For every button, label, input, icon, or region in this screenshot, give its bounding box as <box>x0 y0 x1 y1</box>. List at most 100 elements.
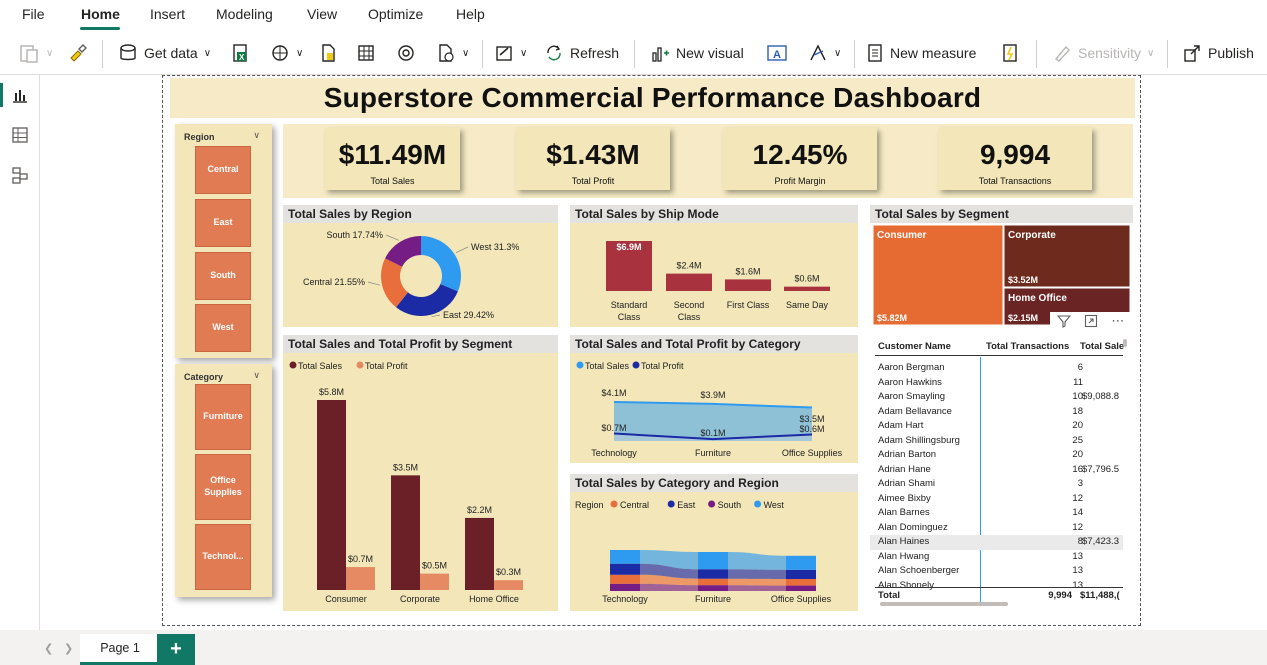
table-row[interactable]: Alan Hwang 13 <box>870 550 1123 565</box>
category-region-ribbon-chart: Region Central East South West Technology Furn… <box>575 500 832 604</box>
segment-bar-panel[interactable]: Total Sales and Total Profit by Segment … <box>283 335 558 611</box>
slicer-item-office-supplies[interactable]: Office Supplies <box>195 454 251 520</box>
filter-icon[interactable] <box>1056 314 1071 328</box>
sensitivity-button[interactable]: Sensitivity ∨ <box>1052 41 1154 65</box>
menu-file[interactable]: File <box>22 6 45 22</box>
table-header-transactions[interactable]: Total Transactions <box>986 341 1069 352</box>
customer-name-cell: Alan Schoenberger <box>878 565 960 576</box>
customer-name-cell: Aimee Bixby <box>878 492 931 504</box>
kpi-total-transactions[interactable]: 9,994 Total Transactions <box>938 128 1092 190</box>
vertical-scrollbar[interactable] <box>1123 339 1127 347</box>
table-row[interactable]: Aimee Bixby 12 <box>870 492 1123 507</box>
region-donut-panel[interactable]: Total Sales by Region West 31.3% East 29.… <box>283 205 558 327</box>
publish-icon <box>1184 45 1200 62</box>
category-region-panel[interactable]: Total Sales by Category and Region Regio… <box>570 474 858 611</box>
model-view-icon[interactable] <box>10 165 30 185</box>
more-visuals-button[interactable]: ∨ <box>808 41 841 65</box>
menu-insert[interactable]: Insert <box>150 6 185 22</box>
kpi-value: 12.45% <box>752 139 848 170</box>
chevron-down-icon: ∨ <box>203 47 212 59</box>
table-view-icon[interactable] <box>10 125 30 145</box>
table-row[interactable]: Adrian Barton 20 <box>870 448 1123 463</box>
segment-treemap-panel[interactable]: Total Sales by Segment Consumer $5.82M Cor… <box>870 205 1133 330</box>
category-slicer[interactable]: Category ∨ Furniture Office Supplies Tec… <box>175 364 272 597</box>
transactions-cell: 13 <box>1072 550 1083 562</box>
paste-button[interactable]: ∨ <box>18 41 53 65</box>
total-label: Total <box>878 590 900 601</box>
transform-data-button[interactable]: ∨ <box>494 41 527 65</box>
chevron-down-icon[interactable]: ∨ <box>253 370 260 381</box>
refresh-icon <box>547 45 561 61</box>
new-measure-button[interactable]: New measure <box>866 41 976 65</box>
recent-sources-button[interactable]: ∨ <box>436 41 469 65</box>
slicer-item-furniture[interactable]: Furniture <box>195 384 251 450</box>
text-box-button[interactable]: A <box>766 41 788 65</box>
total-sales: $11,488,( <box>1080 590 1120 601</box>
kpi-total-profit[interactable]: $1.43M Total Profit <box>516 128 670 190</box>
table-row[interactable]: Alan Dominguez 12 <box>870 521 1123 536</box>
table-header-customer[interactable]: Customer Name <box>878 341 951 352</box>
table-row[interactable]: Adrian Shami 3 <box>870 477 1123 492</box>
slicer-item-south[interactable]: South <box>195 252 251 300</box>
next-page-icon[interactable]: ❯ <box>64 642 73 655</box>
table-header-sales[interactable]: Total Sale <box>1080 341 1124 352</box>
table-row[interactable]: Aaron Hawkins 11 <box>870 376 1123 391</box>
enter-data-button[interactable] <box>356 41 376 65</box>
ribbon: ∨ Get data ∨ X ∨ ∨ ∨ Refresh New visual <box>0 30 1267 75</box>
profit-data-label: $0.7M <box>601 423 626 433</box>
kpi-total-sales[interactable]: $11.49M Total Sales <box>325 128 460 190</box>
total-transactions: 9,994 <box>1048 590 1072 601</box>
format-painter-button[interactable] <box>68 41 88 65</box>
get-data-button[interactable]: Get data ∨ <box>118 41 211 65</box>
menu-optimize[interactable]: Optimize <box>368 6 423 22</box>
legend-marker <box>667 500 675 508</box>
horizontal-scrollbar[interactable] <box>880 602 1008 606</box>
table-row[interactable]: Aaron Bergman 6 <box>870 361 1123 376</box>
menu-help[interactable]: Help <box>456 6 485 22</box>
table-row[interactable]: Adam Hart 20 <box>870 419 1123 434</box>
chevron-down-icon: ∨ <box>834 47 842 59</box>
legend-label: Total Profit <box>365 361 408 371</box>
page-tab-1[interactable]: Page 1 <box>80 634 160 665</box>
table-row[interactable]: Alan Schoenberger 13 <box>870 564 1123 579</box>
menu-modeling[interactable]: Modeling <box>216 6 273 22</box>
treemap-value-label: $2.15M <box>1008 313 1038 323</box>
slicer-item-east[interactable]: East <box>195 199 251 247</box>
quick-measure-button[interactable] <box>1000 41 1020 65</box>
table-row[interactable]: Adam Bellavance 18 <box>870 405 1123 420</box>
previous-page-icon[interactable]: ❮ <box>44 642 53 655</box>
menu-home[interactable]: Home <box>81 6 120 22</box>
customer-name-cell: Adam Bellavance <box>878 405 952 417</box>
shipmode-panel[interactable]: Total Sales by Ship Mode $6.9M Standard Cl… <box>570 205 858 327</box>
chevron-down-icon[interactable]: ∨ <box>253 130 260 141</box>
slicer-item-technology[interactable]: Technol... <box>195 524 251 590</box>
ribbon-segment <box>610 583 640 591</box>
sensitivity-icon <box>1054 45 1070 62</box>
more-options-icon[interactable]: ⋯ <box>1111 314 1124 327</box>
new-visual-button[interactable]: New visual <box>650 41 744 65</box>
table-row[interactable]: Alan Barnes 14 <box>870 506 1123 521</box>
focus-mode-icon[interactable] <box>1084 314 1098 328</box>
treemap-category-label: Home Office <box>1008 293 1067 304</box>
slicer-item-west[interactable]: West <box>195 304 251 352</box>
transactions-cell: 13 <box>1072 565 1083 576</box>
table-row[interactable]: Adrian Hane 16 $7,796.5 <box>870 463 1123 478</box>
sales-cell: $7,423.3 <box>1082 536 1119 547</box>
table-row[interactable]: Aaron Smayling 10 $9,088.8 <box>870 390 1123 405</box>
slicer-item-central[interactable]: Central <box>195 146 251 194</box>
menu-view[interactable]: View <box>307 6 337 22</box>
category-area-panel[interactable]: Total Sales and Total Profit by Category… <box>570 335 858 463</box>
excel-button[interactable]: X <box>230 41 250 65</box>
dataverse-button[interactable]: ∨ <box>270 41 303 65</box>
table-row[interactable]: Alan Haines 8 $7,423.3 <box>870 535 1123 550</box>
kpi-profit-margin[interactable]: 12.45% Profit Margin <box>723 128 877 190</box>
publish-button[interactable]: Publish <box>1182 41 1254 65</box>
customer-table[interactable]: Customer Name Total Transactions Total S… <box>870 335 1133 611</box>
region-slicer[interactable]: Region ∨ Central East South West <box>175 124 272 358</box>
sql-button[interactable] <box>318 41 338 65</box>
report-view-icon[interactable] <box>10 85 30 105</box>
table-row[interactable]: Adam Shillingsburg 25 <box>870 434 1123 449</box>
add-page-button[interactable]: + <box>157 634 195 665</box>
data-hub-button[interactable] <box>396 41 416 65</box>
refresh-button[interactable]: Refresh <box>544 41 619 65</box>
